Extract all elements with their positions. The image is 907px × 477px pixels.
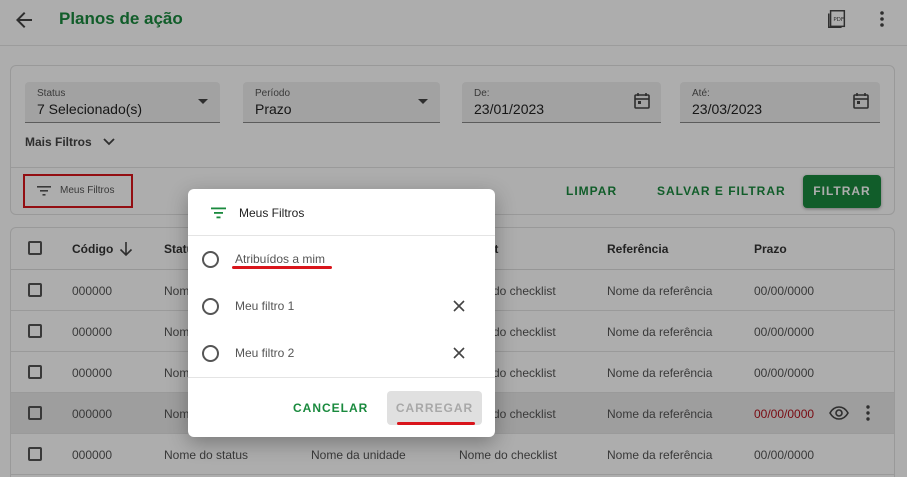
filter-option[interactable]: Atribuídos a mim [188, 236, 495, 282]
filter-option[interactable]: Meu filtro 1 [188, 283, 495, 329]
dialog-header: Meus Filtros [188, 189, 495, 236]
cancel-button[interactable]: CANCELAR [293, 401, 368, 415]
filter-option-label: Meu filtro 1 [235, 299, 295, 313]
divider [188, 377, 495, 378]
my-filters-dialog: Meus Filtros Atribuídos a mim Meu filtro… [188, 189, 495, 437]
radio-button[interactable] [202, 345, 219, 362]
load-button[interactable]: CARREGAR [387, 391, 482, 425]
close-icon[interactable] [452, 346, 466, 360]
highlight-underline [397, 422, 475, 425]
filter-option[interactable]: Meu filtro 2 [188, 330, 495, 376]
dialog-title: Meus Filtros [239, 206, 305, 220]
radio-button[interactable] [202, 298, 219, 315]
filter-option-label: Meu filtro 2 [235, 346, 295, 360]
close-icon[interactable] [452, 299, 466, 313]
filter-option-label: Atribuídos a mim [235, 252, 326, 266]
highlight-underline [232, 266, 332, 269]
filter-list-icon [211, 207, 226, 219]
radio-button[interactable] [202, 251, 219, 268]
